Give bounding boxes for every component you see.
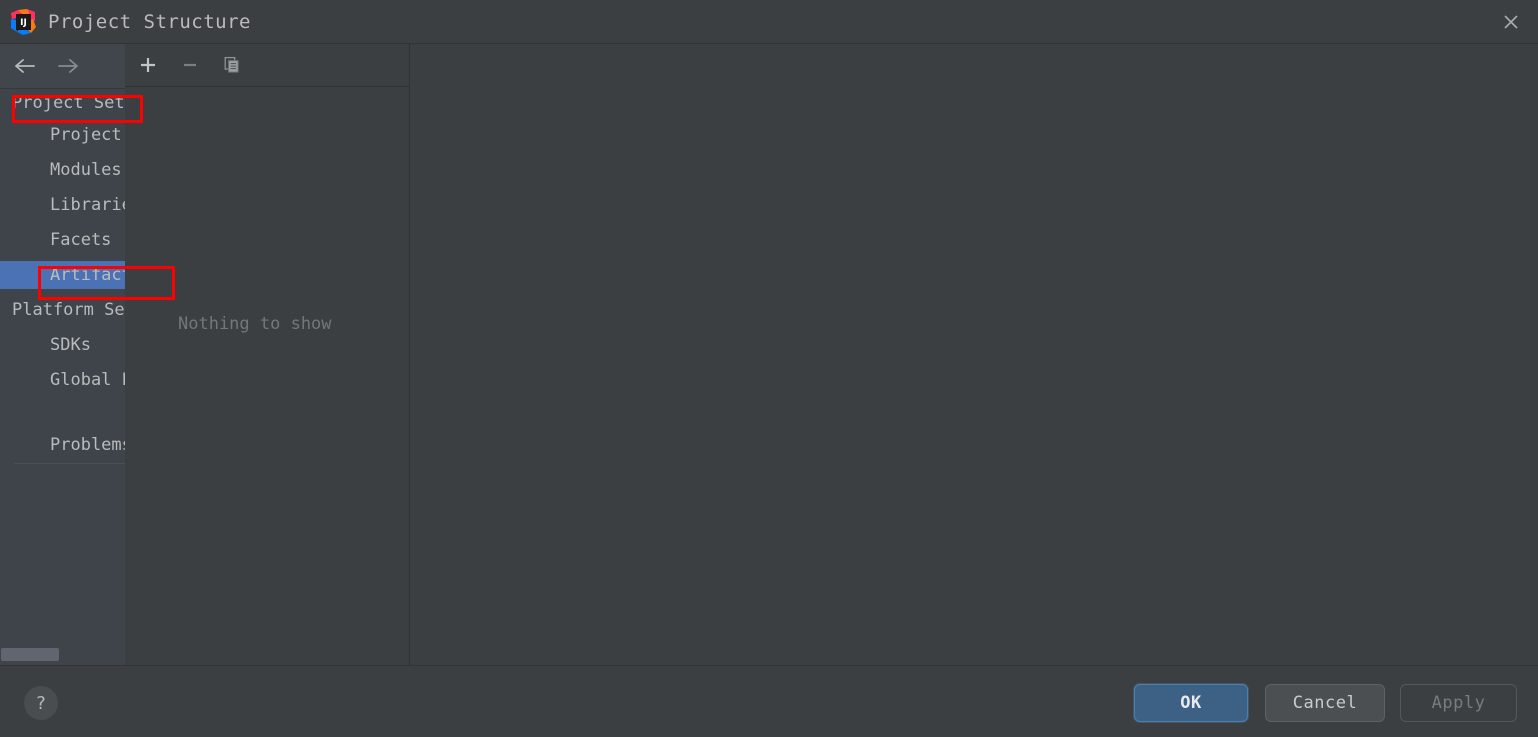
sidebar-navigation-bar bbox=[0, 44, 125, 89]
sidebar-item-facets[interactable]: Facets bbox=[0, 226, 125, 254]
arrow-right-icon[interactable] bbox=[53, 52, 83, 80]
sidebar-item-artifacts[interactable]: Artifacts bbox=[0, 261, 125, 289]
help-button[interactable]: ? bbox=[24, 686, 58, 720]
sidebar-item-project[interactable]: Project bbox=[0, 121, 125, 149]
svg-text:IJ: IJ bbox=[20, 18, 27, 28]
cancel-button[interactable]: Cancel bbox=[1265, 684, 1385, 722]
copy-icon[interactable] bbox=[217, 50, 247, 80]
artifact-detail-area bbox=[410, 44, 1538, 665]
sidebar-horizontal-scrollbar[interactable] bbox=[0, 645, 125, 663]
sidebar-scrollbar-thumb[interactable] bbox=[1, 648, 59, 661]
sidebar-item-problems[interactable]: Problems bbox=[0, 431, 125, 459]
minus-icon[interactable] bbox=[175, 50, 205, 80]
apply-button: Apply bbox=[1400, 684, 1517, 722]
title-bar: IJ Project Structure bbox=[0, 0, 1538, 44]
project-structure-dialog: IJ Project Structure Project Set Project… bbox=[0, 0, 1538, 737]
close-icon[interactable] bbox=[1492, 4, 1530, 40]
sidebar-item-libraries[interactable]: Libraries bbox=[0, 191, 125, 219]
plus-icon[interactable] bbox=[133, 50, 163, 80]
arrow-left-icon[interactable] bbox=[10, 52, 40, 80]
ok-button[interactable]: OK bbox=[1134, 684, 1248, 722]
sidebar-item-project-settings[interactable]: Project Settings bbox=[0, 89, 125, 117]
settings-tree: Project Settings Project Modules Librari… bbox=[0, 89, 125, 665]
sidebar-item-platform-settings[interactable]: Platform Settings bbox=[0, 296, 125, 324]
artifacts-toolbar bbox=[125, 44, 409, 87]
intellij-idea-logo-icon: IJ bbox=[10, 9, 36, 35]
sidebar-separator bbox=[14, 463, 125, 464]
artifacts-list-panel: Nothing to show bbox=[125, 44, 410, 665]
sidebar-item-global-libraries[interactable]: Global Libraries bbox=[0, 366, 125, 394]
settings-sidebar: Project Settings Project Modules Librari… bbox=[0, 44, 125, 665]
sidebar-item-modules[interactable]: Modules bbox=[0, 156, 125, 184]
window-title: Project Structure bbox=[48, 11, 251, 33]
dialog-footer: ? OK Cancel Apply bbox=[0, 665, 1538, 737]
empty-state-message: Nothing to show bbox=[178, 314, 332, 334]
sidebar-item-sdks[interactable]: SDKs bbox=[0, 331, 125, 359]
